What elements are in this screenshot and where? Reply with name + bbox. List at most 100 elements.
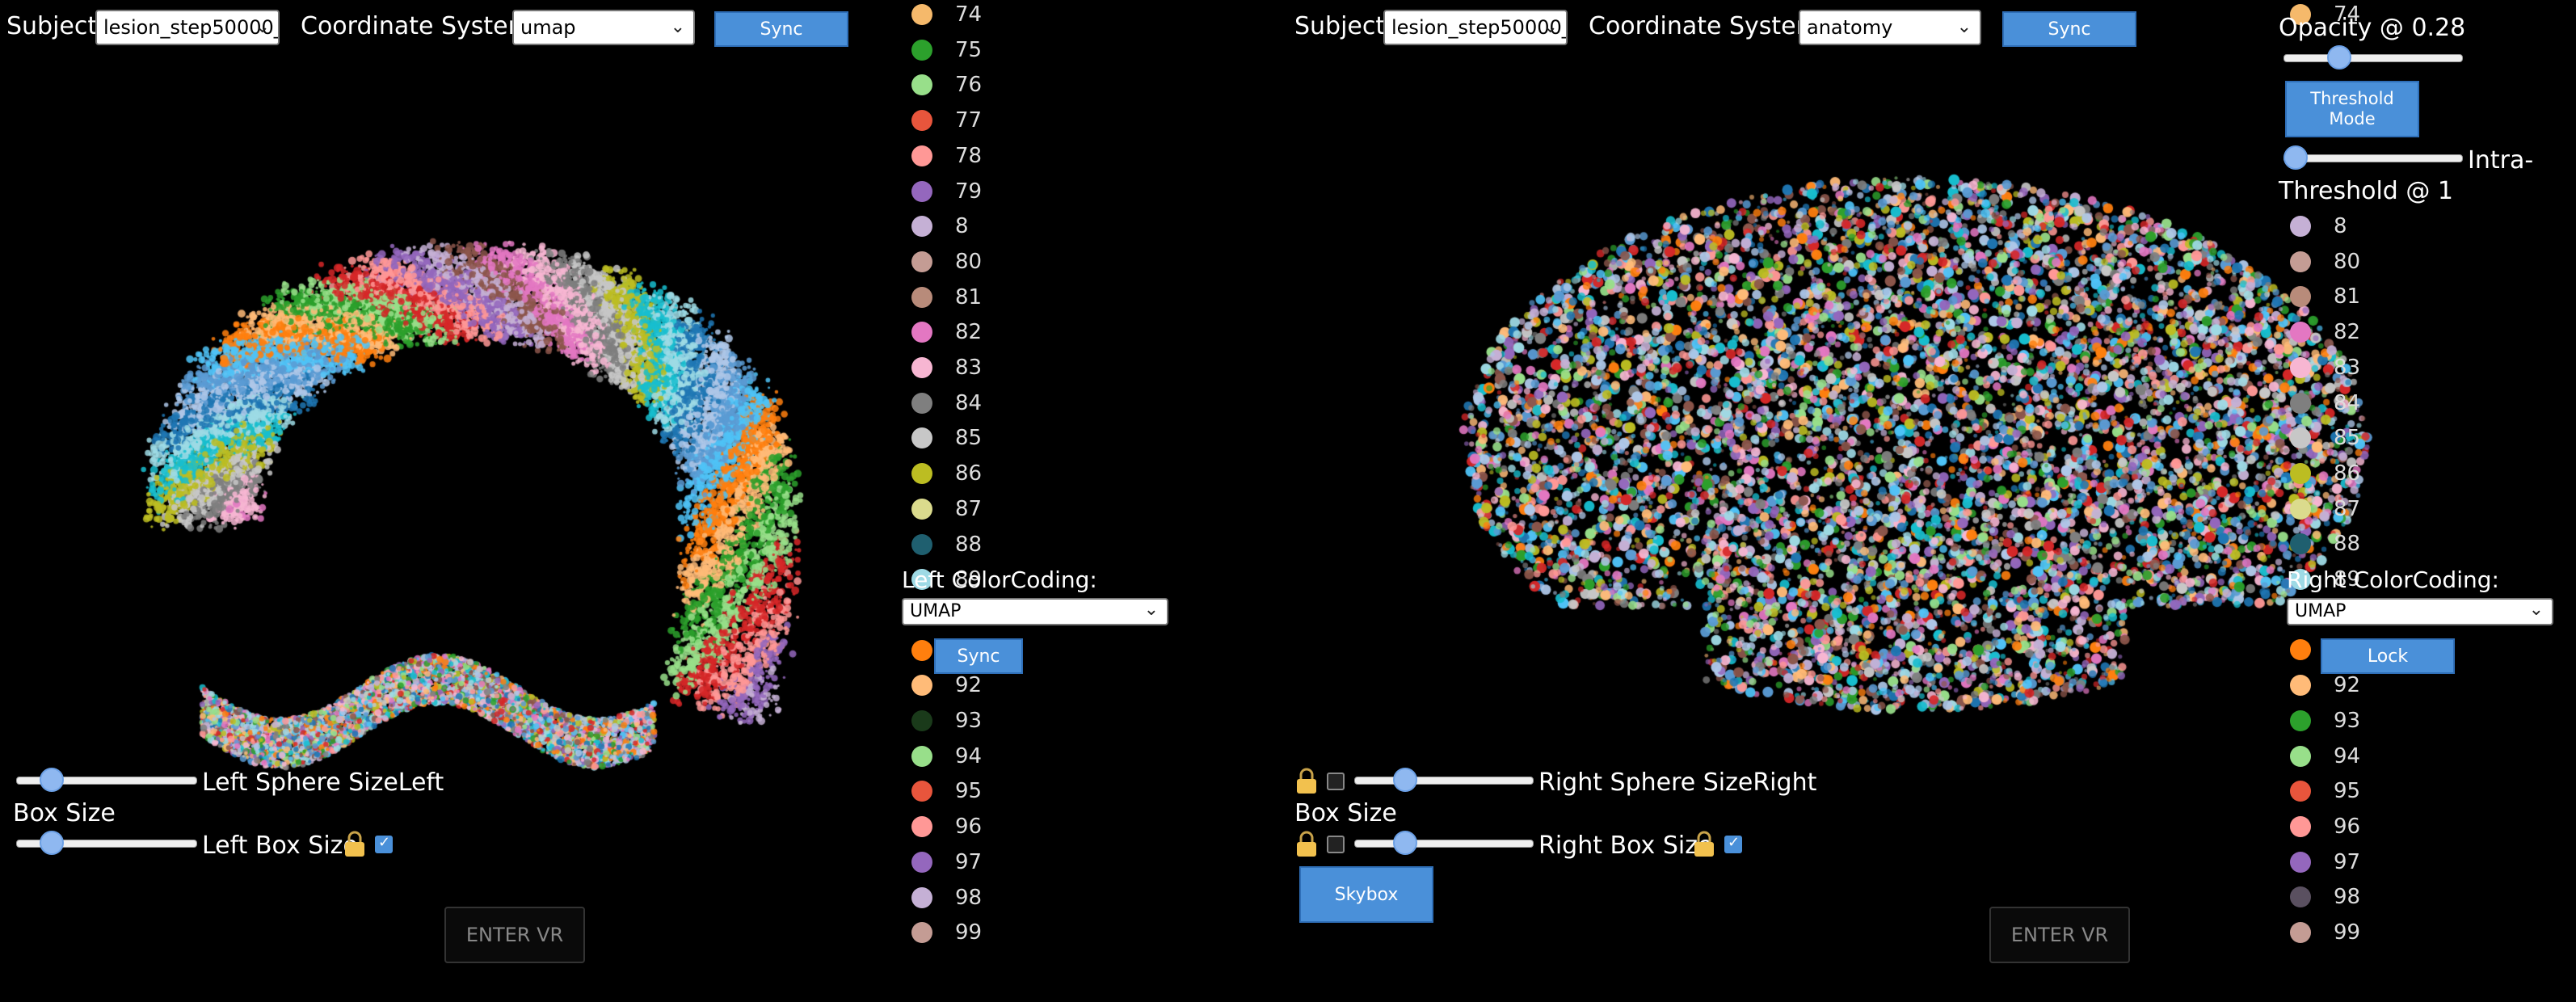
right-sync-button[interactable]: Sync	[2002, 11, 2136, 47]
legend-item[interactable]: 99	[2290, 915, 2360, 950]
intra-threshold-slider[interactable]	[2283, 144, 2463, 171]
legend-item[interactable]: 83	[2290, 350, 2360, 385]
opacity-slider[interactable]	[2283, 44, 2463, 71]
skybox-button[interactable]: Skybox	[1299, 866, 1433, 923]
legend-item[interactable]: 94	[2290, 739, 2360, 774]
legend-swatch	[911, 816, 932, 838]
legend-item[interactable]: 84	[911, 385, 982, 421]
legend-swatch	[911, 180, 932, 202]
legend-item[interactable]: 97	[2290, 844, 2360, 880]
slider-thumb[interactable]	[40, 768, 65, 792]
lock-icon[interactable]	[343, 831, 367, 858]
chevron-down-icon: ⌄	[1956, 17, 1972, 37]
legend-item[interactable]: 95	[911, 773, 982, 809]
right-coord-select[interactable]: anatomy ⌄	[1799, 10, 1981, 45]
legend-item[interactable]: 99	[911, 915, 982, 950]
lock-icon[interactable]	[1294, 831, 1319, 858]
right-colorcoding-select[interactable]: UMAP ⌄	[2287, 598, 2553, 625]
legend-item[interactable]: 88	[911, 527, 982, 562]
legend-swatch	[911, 463, 932, 485]
legend-item[interactable]: 97	[911, 844, 982, 880]
legend-item[interactable]: 87	[2290, 491, 2360, 527]
right-box-size-slider[interactable]	[1354, 829, 1534, 857]
legend-label: 88	[2334, 532, 2361, 557]
legend-item[interactable]: 77	[911, 103, 982, 138]
lock-icon[interactable]	[1692, 831, 1716, 858]
legend-item[interactable]: 86	[2290, 456, 2360, 491]
legend-item[interactable]: 82	[911, 314, 982, 350]
left-enter-vr-button[interactable]: ENTER VR	[444, 907, 585, 963]
right-subject-select[interactable]: lesion_step50000_ ⌄	[1383, 10, 1568, 45]
legend-item[interactable]: 75	[911, 32, 982, 68]
legend-item[interactable]: 95	[2290, 773, 2360, 809]
legend-label: 99	[2334, 920, 2361, 945]
legend-label: 86	[955, 461, 983, 486]
legend-item[interactable]: 80	[911, 244, 982, 280]
legend-item[interactable]: 87	[911, 491, 982, 527]
legend-swatch	[911, 392, 932, 414]
legend-item[interactable]: 93	[2290, 703, 2360, 739]
legend-swatch	[2290, 675, 2311, 697]
right-colorcoding-lock-button[interactable]: Lock	[2321, 638, 2455, 674]
legend-label: 87	[2334, 496, 2361, 521]
left-colorcoding-select[interactable]: UMAP ⌄	[902, 598, 1168, 625]
legend-item[interactable]: 76	[911, 67, 982, 103]
threshold-label: Threshold @ 1	[2279, 177, 2454, 205]
left-coord-select[interactable]: umap ⌄	[512, 10, 695, 45]
legend-item[interactable]: 8	[911, 208, 969, 244]
legend-item[interactable]: 93	[911, 703, 982, 739]
right-coord-label: Coordinate System:	[1589, 12, 1828, 40]
legend-item[interactable]: 94	[911, 739, 982, 774]
right-sphere-lock-checkbox[interactable]	[1327, 773, 1345, 790]
legend-label: 83	[955, 356, 983, 380]
legend-label: 86	[2334, 461, 2361, 486]
legend-swatch	[2290, 922, 2311, 943]
left-sync-button[interactable]: Sync	[714, 11, 848, 47]
slider-thumb[interactable]	[40, 831, 65, 855]
right-box-sync-checkbox[interactable]	[1724, 834, 1742, 853]
legend-label: 83	[2334, 355, 2361, 380]
legend-item[interactable]: 85	[911, 420, 982, 456]
left-sphere-size-slider[interactable]	[16, 766, 197, 794]
legend-swatch	[911, 675, 932, 697]
legend-swatch	[911, 286, 932, 308]
legend-item[interactable]: 86	[911, 456, 982, 491]
legend-item[interactable]: 98	[911, 880, 982, 916]
slider-thumb[interactable]	[1393, 768, 1417, 792]
legend-item[interactable]: 81	[2290, 279, 2360, 314]
legend-item[interactable]: 96	[2290, 809, 2360, 844]
legend-item[interactable]: 74	[911, 0, 982, 32]
slider-thumb[interactable]	[2326, 45, 2351, 69]
legend-item[interactable]: 80	[2290, 244, 2360, 280]
legend-swatch	[911, 922, 932, 944]
legend-swatch	[2290, 745, 2311, 767]
legend-item[interactable]: 8	[2290, 208, 2347, 244]
legend-label: 84	[955, 390, 983, 415]
right-enter-vr-button[interactable]: ENTER VR	[1989, 907, 2130, 963]
legend-item[interactable]: 79	[911, 174, 982, 209]
left-subject-select[interactable]: lesion_step50000_ ⌄	[95, 10, 280, 45]
legend-item[interactable]: 85	[2290, 420, 2360, 456]
slider-thumb[interactable]	[2283, 145, 2308, 170]
right-box-size-heading: Box Size	[1294, 799, 1397, 827]
slider-thumb[interactable]	[1393, 831, 1417, 855]
right-anatomy-scatter-canvas[interactable]	[1414, 97, 2416, 824]
right-sphere-size-slider[interactable]	[1354, 766, 1534, 794]
legend-item[interactable]: 88	[2290, 526, 2360, 562]
threshold-mode-button[interactable]: Threshold Mode	[2285, 81, 2419, 137]
left-box-lock-checkbox[interactable]	[375, 834, 393, 853]
left-box-size-slider[interactable]	[16, 829, 197, 857]
legend-swatch	[911, 427, 932, 449]
right-box-lock-checkbox[interactable]	[1327, 836, 1345, 853]
lock-icon[interactable]	[1294, 768, 1319, 795]
legend-item[interactable]: 96	[911, 809, 982, 844]
legend-item[interactable]: 82	[2290, 314, 2360, 350]
legend-item[interactable]: 78	[911, 138, 982, 174]
legend-item[interactable]: 98	[2290, 879, 2360, 915]
left-colorcoding-sync-button[interactable]: Sync	[934, 638, 1023, 674]
legend-label: 77	[955, 108, 983, 133]
legend-swatch	[911, 781, 932, 802]
legend-item[interactable]: 84	[2290, 385, 2360, 421]
legend-item[interactable]: 81	[911, 280, 982, 315]
legend-item[interactable]: 83	[911, 350, 982, 385]
